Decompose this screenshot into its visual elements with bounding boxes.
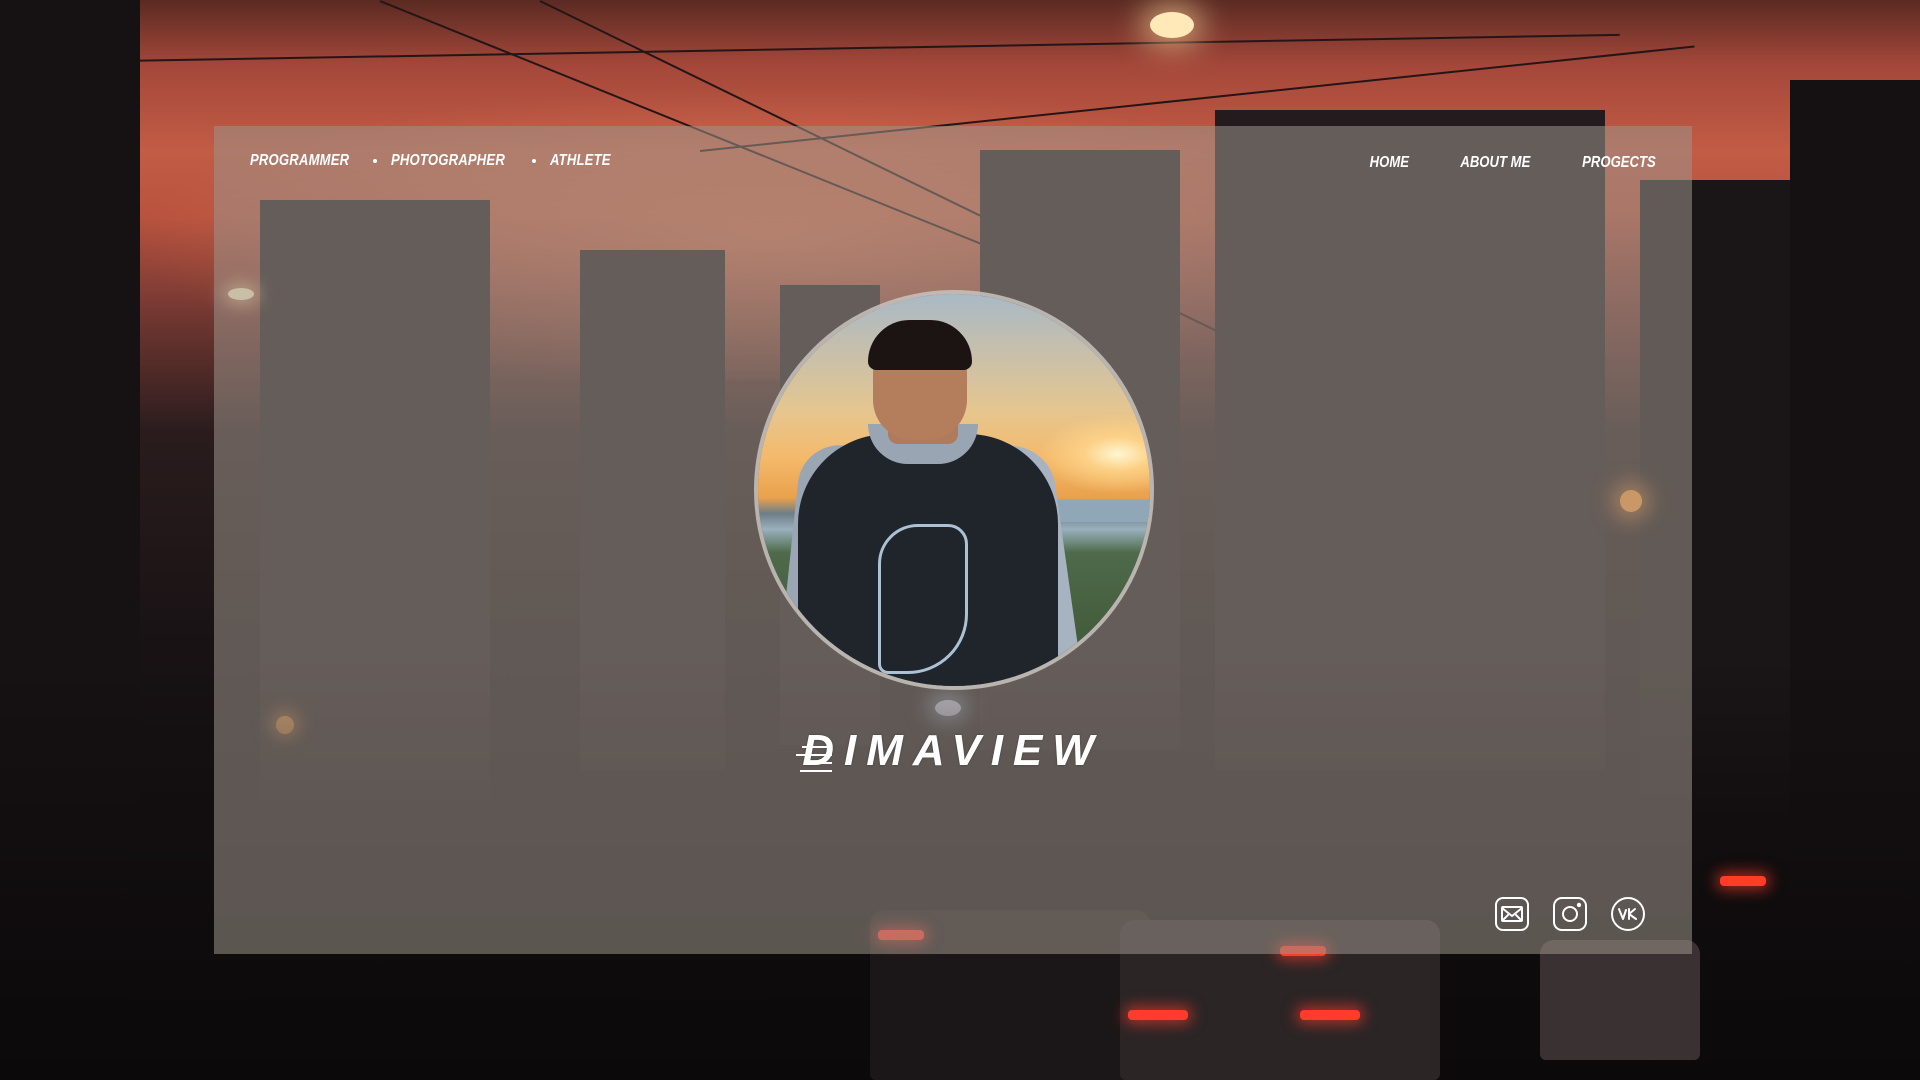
avatar-shirt-print	[878, 524, 968, 674]
tagline-programmer: PROGRAMMER	[250, 152, 350, 169]
instagram-icon[interactable]	[1552, 896, 1588, 932]
speed-line	[802, 746, 832, 748]
tagline-photographer: PHOTOGRAPHER	[391, 152, 506, 169]
hero-card: PROGRAMMER PHOTOGRAPHER ATHLETE HOME ABO…	[214, 126, 1692, 954]
speed-line	[796, 754, 832, 756]
nav-projects[interactable]: PROGECTS	[1582, 154, 1656, 172]
tagline-athlete: ATHLETE	[550, 152, 611, 169]
social-links	[1472, 896, 1646, 932]
separator-dot	[532, 159, 537, 163]
speed-line	[806, 762, 832, 764]
nav-home[interactable]: HOME	[1370, 154, 1409, 172]
nav-about-me[interactable]: ABOUT ME	[1460, 154, 1530, 172]
tail-light	[1720, 876, 1766, 886]
tail-light	[1128, 1010, 1188, 1020]
mail-icon[interactable]	[1494, 896, 1530, 932]
brand-logo: DIMAVIEW	[214, 726, 1692, 776]
profile-avatar	[754, 290, 1154, 690]
speed-line	[800, 770, 832, 772]
street-light	[1150, 12, 1194, 38]
brand-name: DIMAVIEW	[802, 726, 1104, 775]
separator-dot	[373, 159, 378, 163]
vk-icon[interactable]	[1610, 896, 1646, 932]
main-nav: HOME ABOUT ME PROGECTS	[1325, 154, 1656, 172]
car	[1540, 940, 1700, 1060]
avatar-sun	[1038, 414, 1150, 494]
tail-light	[1300, 1010, 1360, 1020]
tagline: PROGRAMMER PHOTOGRAPHER ATHLETE	[250, 152, 624, 170]
